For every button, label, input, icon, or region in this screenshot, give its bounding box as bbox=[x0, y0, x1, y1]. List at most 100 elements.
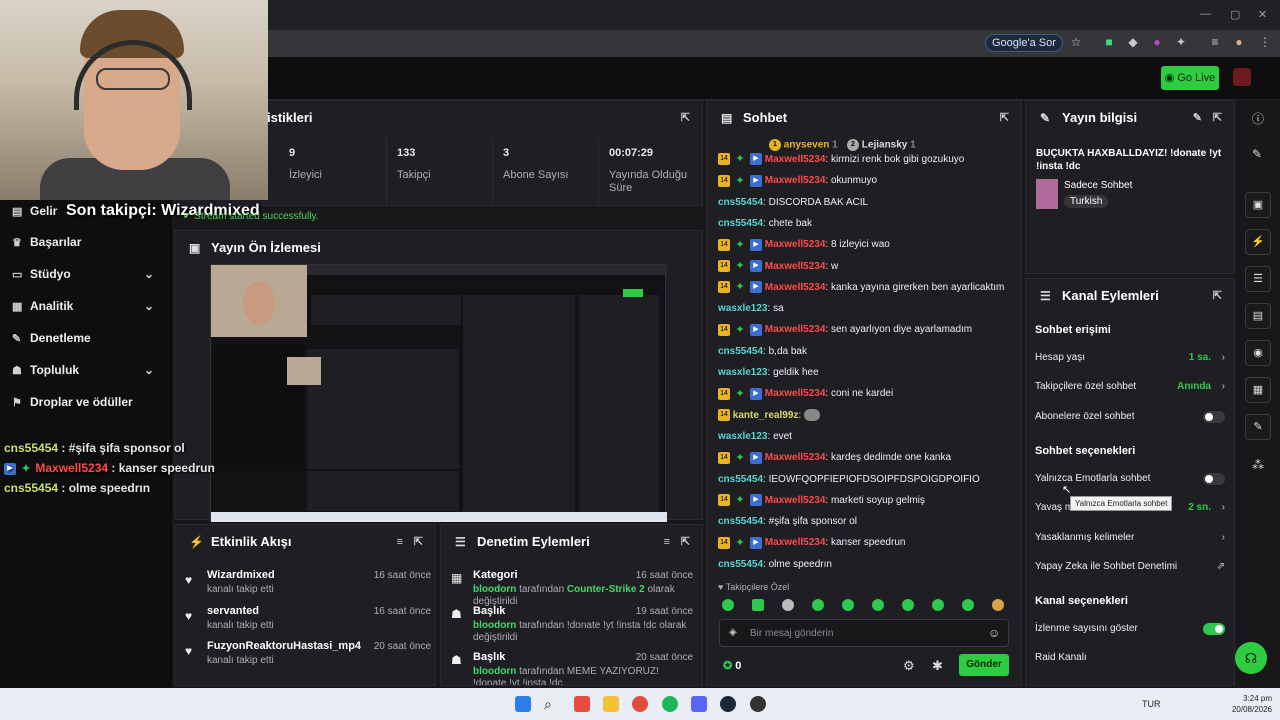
rail-more-icon[interactable]: ⁂ bbox=[1252, 458, 1264, 472]
popout-icon[interactable]: ⇱ bbox=[681, 101, 690, 135]
menu-dots-icon[interactable]: ⋮ bbox=[1258, 35, 1272, 49]
send-button[interactable]: Gönder bbox=[959, 654, 1009, 676]
reading-list-icon[interactable]: ≡ bbox=[1208, 35, 1222, 49]
chat-username[interactable]: Maxwell5234 bbox=[765, 324, 826, 335]
discord-icon[interactable] bbox=[691, 696, 707, 712]
spotify-icon[interactable] bbox=[662, 696, 678, 712]
chat-username[interactable]: cns55454 bbox=[718, 474, 763, 485]
search-icon[interactable]: ⌕ bbox=[544, 696, 560, 712]
ai-moderation-row[interactable]: Yapay Zeka ile Sohbet Denetimi ⇗ bbox=[1035, 557, 1225, 577]
stat-subscribers: 3 Abone Sayısı bbox=[493, 137, 599, 205]
chat-username[interactable]: Maxwell5234 bbox=[765, 495, 826, 506]
event-user[interactable]: Wizardmixed bbox=[207, 569, 275, 581]
start-menu-icon[interactable] bbox=[515, 696, 531, 712]
chat-input[interactable]: ◈ Bir mesaj gönderin ☺ bbox=[719, 619, 1009, 647]
emoji-icon[interactable]: ☺ bbox=[988, 626, 1000, 640]
shield-extension-icon[interactable]: ◆ bbox=[1126, 35, 1140, 49]
popout-icon[interactable]: ⇱ bbox=[1213, 101, 1222, 135]
rail-list-icon[interactable]: ☰ bbox=[1245, 266, 1271, 292]
stream-category[interactable]: Sadece Sohbet bbox=[1064, 180, 1132, 191]
close-icon[interactable]: ✕ bbox=[1258, 8, 1267, 21]
chat-username[interactable]: Maxwell5234 bbox=[765, 261, 826, 272]
chat-username[interactable]: Maxwell5234 bbox=[765, 175, 826, 186]
restore-icon[interactable]: ▢ bbox=[1230, 8, 1240, 21]
mod-time: 20 saat önce bbox=[635, 652, 693, 663]
filter-icon[interactable]: ≡ bbox=[664, 525, 670, 559]
rail-broadcast-icon[interactable]: ◉ bbox=[1245, 340, 1271, 366]
follower-chat-row[interactable]: Takipçilere özel sohbet Anında › bbox=[1035, 377, 1225, 397]
file-explorer-icon[interactable] bbox=[603, 696, 619, 712]
clock[interactable]: 3:24 pm 20/08/2026 bbox=[1226, 693, 1272, 715]
info-icon[interactable]: ⓘ bbox=[1252, 110, 1264, 127]
profile-avatar[interactable]: ● bbox=[1232, 35, 1246, 49]
chat-username[interactable]: Maxwell5234 bbox=[765, 537, 826, 548]
chat-username[interactable]: Maxwell5234 bbox=[765, 452, 826, 463]
chat-username[interactable]: cns55454 bbox=[718, 197, 763, 208]
event-user[interactable]: servanted bbox=[207, 605, 259, 617]
show-viewers-toggle[interactable] bbox=[1203, 623, 1225, 635]
chat-username[interactable]: wasxle123 bbox=[718, 303, 768, 314]
chat-username[interactable]: kante_real99z bbox=[733, 410, 799, 421]
chat-username[interactable]: cns55454 bbox=[718, 346, 763, 357]
go-live-button[interactable]: ◉ Go Live bbox=[1161, 66, 1219, 90]
puzzle-icon[interactable]: ✦ bbox=[1174, 35, 1188, 49]
popout-icon[interactable]: ⇱ bbox=[1000, 101, 1009, 135]
sidebar-item-label: Başarılar bbox=[30, 235, 82, 249]
account-age-row[interactable]: Hesap yaşı 1 sa. › bbox=[1035, 348, 1225, 368]
sidebar-item-drops[interactable]: ⚑ Droplar ve ödüller bbox=[12, 389, 162, 415]
bot-icon[interactable]: ✱ bbox=[932, 658, 943, 674]
language-indicator[interactable]: TUR bbox=[1142, 699, 1161, 709]
bookmark-star-icon[interactable]: ☆ bbox=[1069, 35, 1083, 49]
sidebar-item-achievements[interactable]: ♛ Başarılar bbox=[12, 229, 162, 255]
rail-wrench-icon[interactable]: ✎ bbox=[1245, 414, 1271, 440]
filter-icon[interactable]: ≡ bbox=[397, 525, 403, 559]
mod-time: 19 saat önce bbox=[635, 606, 693, 617]
rail-chat-icon[interactable]: ▤ bbox=[1245, 303, 1271, 329]
sub-chat-toggle[interactable] bbox=[1203, 411, 1225, 423]
help-support-button[interactable]: ☊ bbox=[1235, 642, 1267, 674]
mod-action-desc: bloodorn tarafından MEME YAZIYORUZ! !don… bbox=[473, 666, 693, 685]
event-user[interactable]: FuzyonReaktoruHastasi_mp4 bbox=[207, 640, 361, 652]
rail-preview-icon[interactable]: ▦ bbox=[1245, 377, 1271, 403]
steam-icon[interactable] bbox=[720, 696, 736, 712]
chat-title-text: Sohbet bbox=[743, 110, 788, 125]
chrome-icon[interactable] bbox=[632, 696, 648, 712]
chat-username[interactable]: cns55454 bbox=[718, 218, 763, 229]
popout-icon[interactable]: ⇱ bbox=[414, 525, 423, 559]
chat-username[interactable]: Maxwell5234 bbox=[765, 388, 826, 399]
edit-icon[interactable]: ✎ bbox=[1252, 147, 1262, 161]
edit-icon[interactable]: ✎ bbox=[1193, 101, 1202, 135]
rail-stats-icon[interactable]: ▣ bbox=[1245, 192, 1271, 218]
chat-username[interactable]: wasxle123 bbox=[718, 431, 768, 442]
chat-username[interactable]: wasxle123 bbox=[718, 367, 768, 378]
sub-badge-icon: 14 bbox=[718, 174, 730, 187]
chat-username[interactable]: cns55454 bbox=[718, 559, 763, 570]
stream-preview-video[interactable] bbox=[210, 264, 667, 522]
emote-only-toggle[interactable] bbox=[1203, 473, 1225, 485]
sidebar-item-analytics[interactable]: ▦ Analitik ⌄ bbox=[12, 293, 162, 319]
extension-icon[interactable]: ● bbox=[1150, 35, 1164, 49]
extension-icon[interactable]: ■ bbox=[1102, 35, 1116, 49]
popout-icon[interactable]: ⇱ bbox=[1213, 279, 1222, 313]
raid-row[interactable]: Raid Kanalı bbox=[1035, 648, 1225, 668]
chat-title: ▤ Sohbet ⇱ bbox=[707, 101, 1021, 135]
user-avatar[interactable] bbox=[1233, 68, 1251, 86]
chat-message: 14 ✦ ▶ Maxwell5234: w bbox=[718, 256, 1018, 277]
banned-words-row[interactable]: Yasaklanmış kelimeler › bbox=[1035, 528, 1225, 548]
chat-username[interactable]: Maxwell5234 bbox=[765, 154, 826, 165]
app-icon[interactable] bbox=[574, 696, 590, 712]
minimize-icon[interactable]: — bbox=[1200, 8, 1211, 20]
sidebar-item-studio[interactable]: ▭ Stüdyo ⌄ bbox=[12, 261, 162, 287]
overlay-chat-text: : olme speedrın bbox=[58, 481, 151, 495]
channel-points[interactable]: ✪ 0 bbox=[723, 659, 741, 672]
chat-username[interactable]: Maxwell5234 bbox=[765, 239, 826, 250]
obs-icon[interactable] bbox=[750, 696, 766, 712]
sidebar-item-community[interactable]: ☗ Topluluk ⌄ bbox=[12, 357, 162, 383]
ask-google-button[interactable]: Google'a Sor bbox=[985, 34, 1063, 52]
chat-username[interactable]: cns55454 bbox=[718, 516, 763, 527]
sidebar-item-moderation[interactable]: ✎ Denetleme bbox=[12, 325, 162, 351]
settings-gear-icon[interactable]: ⚙ bbox=[903, 658, 915, 674]
popout-icon[interactable]: ⇱ bbox=[681, 525, 690, 559]
rail-bolt-icon[interactable]: ⚡ bbox=[1245, 229, 1271, 255]
chat-username[interactable]: Maxwell5234 bbox=[765, 282, 826, 293]
